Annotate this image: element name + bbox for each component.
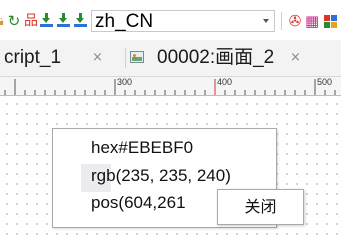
download-icon[interactable] (57, 12, 71, 30)
ruler-label-500: 500 (317, 77, 332, 87)
document-tabs: cript_1 × 00002:画面_2 × (0, 40, 341, 77)
palette-icon[interactable] (322, 12, 340, 30)
tab-label: cript_1 (4, 47, 62, 68)
locale-select[interactable]: zh_CN (91, 10, 275, 32)
ruler-ticks (4, 79, 336, 95)
network-icon[interactable]: 品 (24, 12, 38, 30)
horizontal-ruler: 300 400 500 (0, 77, 341, 96)
download-icon[interactable] (74, 12, 88, 30)
chevron-down-icon[interactable] (263, 19, 270, 25)
refresh-icon[interactable]: ↻ (7, 12, 21, 30)
color-hex-value: hex#EBEBF0 (91, 138, 194, 157)
ruler-label-300: 300 (117, 77, 132, 87)
tab-script-1[interactable]: cript_1 × (0, 40, 125, 77)
ruler-scale: 300 400 500 (4, 77, 336, 95)
tab-label: 00002:画面_2 (157, 47, 275, 68)
close-icon[interactable]: × (92, 49, 103, 67)
tab-screen-2[interactable]: 00002:画面_2 × (126, 40, 318, 77)
close-icon[interactable]: × (290, 49, 301, 67)
close-menu-item[interactable]: 关闭 (218, 190, 303, 224)
download-icon[interactable] (40, 12, 54, 30)
ruler-label-400: 400 (217, 77, 232, 87)
color-pos-value: pos(604,261 (91, 193, 186, 212)
screen-icon (130, 51, 144, 63)
grid-icon[interactable]: ▦ (305, 12, 319, 30)
toolbar: 🔒︎ ↻ 品 zh_CN ✇ ▦ (0, 0, 341, 40)
fan-icon[interactable]: ✇ (288, 12, 302, 30)
color-rgb-value: rgb(235, 235, 240) (91, 166, 231, 185)
context-menu: 关闭 (217, 189, 304, 225)
toolbar-separator (281, 12, 282, 30)
locale-select-value: zh_CN (95, 11, 154, 32)
lock-icon[interactable]: 🔒︎ (0, 12, 7, 30)
